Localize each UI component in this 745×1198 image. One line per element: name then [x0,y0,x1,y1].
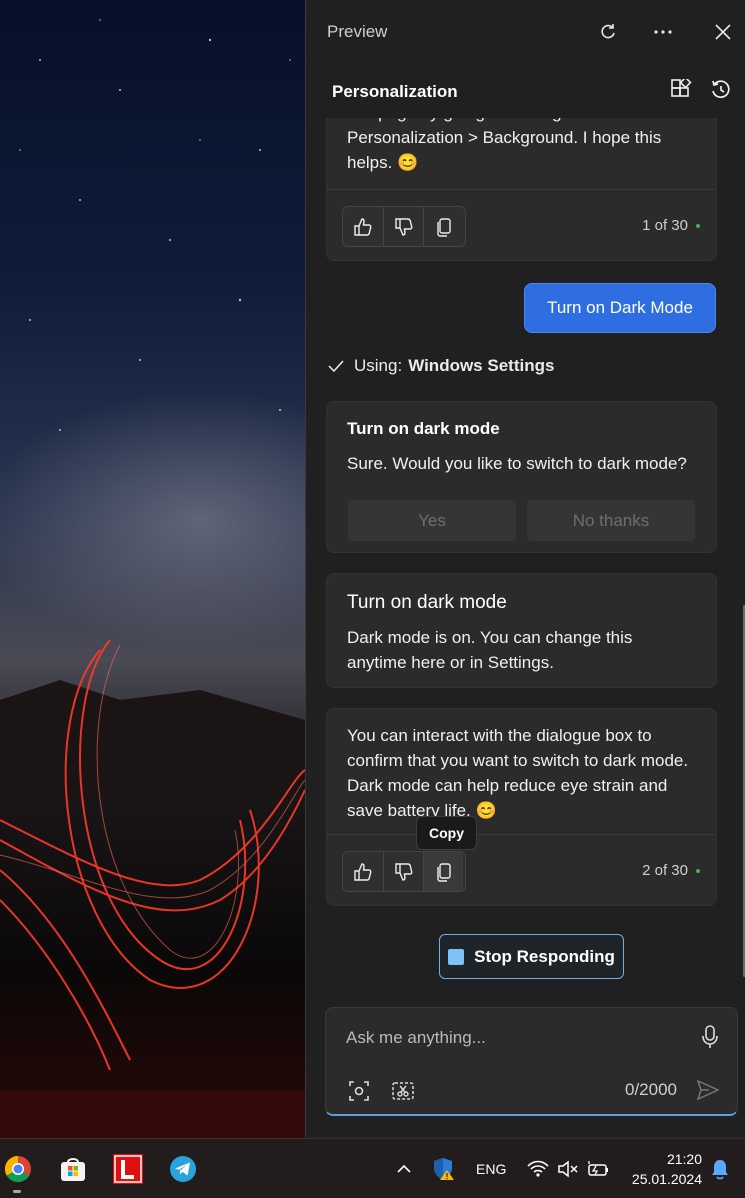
store-taskbar-button[interactable] [57,1153,89,1185]
wallpaper-art [0,19,305,1138]
using-tool-name: Windows Settings [408,356,555,375]
chat-input[interactable] [346,1024,676,1052]
microphone-button[interactable] [696,1022,724,1052]
close-button[interactable] [709,18,737,46]
result-card-title: Turn on dark mode [347,592,507,613]
show-hidden-icons-button[interactable] [388,1153,420,1185]
copy-button[interactable] [423,207,463,246]
counter-text: 2 of 30 [642,862,688,879]
wifi-icon [527,1160,549,1177]
bot-message-text: this page by going to Settings > Persona… [347,118,662,172]
thumbs-up-button[interactable] [343,852,383,891]
screenshot-button[interactable] [389,1078,417,1104]
response-counter: 1 of 30 [642,217,700,234]
thumbs-up-icon [354,217,372,236]
dark-mode-result-card: Turn on dark mode Dark mode is on. You c… [326,573,717,688]
copilot-panel: Preview Personalization this page by goi… [305,0,745,1138]
action-card-text: Sure. Would you like to switch to dark m… [347,454,687,473]
compose-box: 0/2000 [325,1007,738,1116]
lexicon-taskbar-button[interactable] [112,1153,144,1185]
thumbs-up-icon [354,862,372,881]
thumbs-down-icon [394,862,412,881]
thumbs-up-button[interactable] [343,207,383,246]
bell-icon [712,1160,728,1180]
status-dot [696,223,700,228]
plugins-button[interactable] [667,76,695,104]
divider [327,189,716,190]
divider [327,834,716,835]
chrome-taskbar-button[interactable] [2,1153,34,1185]
copy-tooltip: Copy [416,816,477,850]
send-button[interactable] [694,1076,722,1104]
send-icon [697,1080,719,1100]
feedback-toolbar [342,851,466,892]
stop-label: Stop Responding [474,946,615,966]
system-clock[interactable]: 21:20 25.01.2024 [624,1149,702,1189]
bot-message-card: this page by going to Settings > Persona… [326,118,717,261]
more-options-button[interactable] [649,18,677,46]
result-card-text: Dark mode is on. You can change this any… [347,628,633,672]
thumbs-down-button[interactable] [383,207,423,246]
image-input-button[interactable] [346,1078,372,1104]
chevron-up-icon [397,1164,411,1173]
stop-icon [448,948,465,965]
plugins-icon [671,79,692,97]
history-icon [712,80,730,99]
window-title: Preview [327,22,388,41]
language-indicator[interactable]: ENG [476,1161,506,1177]
response-counter: 2 of 30 [642,862,700,879]
telegram-taskbar-button[interactable] [167,1153,199,1185]
refresh-icon [601,24,615,39]
volume-muted-icon [558,1160,578,1178]
running-indicator [13,1190,21,1193]
letter-l-app-icon [113,1154,143,1184]
store-icon [61,1158,85,1181]
feedback-toolbar [342,206,466,247]
character-counter: 0/2000 [625,1080,677,1099]
bot-message-card: You can interact with the dialogue box t… [326,708,717,906]
notifications-button[interactable] [704,1153,736,1185]
camera-icon [349,1081,369,1101]
clock-time: 21:20 [666,1151,702,1167]
refresh-button[interactable] [594,18,622,46]
stop-responding-button[interactable]: Stop Responding [439,934,624,979]
thumbs-down-icon [394,217,412,236]
copy-button[interactable] [423,852,463,891]
chrome-icon [4,1155,31,1183]
defender-shield-icon [434,1158,454,1180]
bot-message-text: You can interact with the dialogue box t… [347,726,689,820]
dark-mode-action-card: Turn on dark mode Sure. Would you like t… [326,401,717,553]
page-header: Personalization [306,62,745,118]
battery-charging-icon [588,1161,608,1176]
no-thanks-button[interactable]: No thanks [527,500,695,541]
more-icon [654,30,672,34]
screenshot-icon [392,1082,414,1100]
history-button[interactable] [707,76,735,104]
taskbar: ENG 21:20 25.01.2024 [0,1138,745,1198]
close-icon [715,24,731,40]
clock-date: 25.01.2024 [631,1171,702,1187]
counter-text: 1 of 30 [642,217,688,234]
using-prefix: Using: [354,356,403,375]
wifi-tray-button[interactable] [522,1153,554,1185]
yes-button[interactable]: Yes [348,500,516,541]
volume-tray-button[interactable] [552,1153,584,1185]
status-dot [696,868,700,873]
page-title: Personalization [332,82,458,101]
telegram-icon [170,1156,196,1182]
chat-scroll-area[interactable]: this page by going to Settings > Persona… [306,118,745,1003]
user-message-bubble[interactable]: Turn on Dark Mode [524,283,716,333]
thumbs-down-button[interactable] [383,852,423,891]
checkmark-icon [328,360,344,372]
copy-icon [436,217,451,237]
security-tray-button[interactable] [428,1153,460,1185]
desktop-wallpaper [0,0,305,1138]
copy-icon [436,862,451,882]
tool-usage-indicator: Using: Windows Settings [328,356,554,376]
microphone-icon [702,1025,718,1048]
panel-titlebar: Preview [306,0,745,62]
battery-tray-button[interactable] [582,1153,614,1185]
action-card-title: Turn on dark mode [347,419,500,438]
